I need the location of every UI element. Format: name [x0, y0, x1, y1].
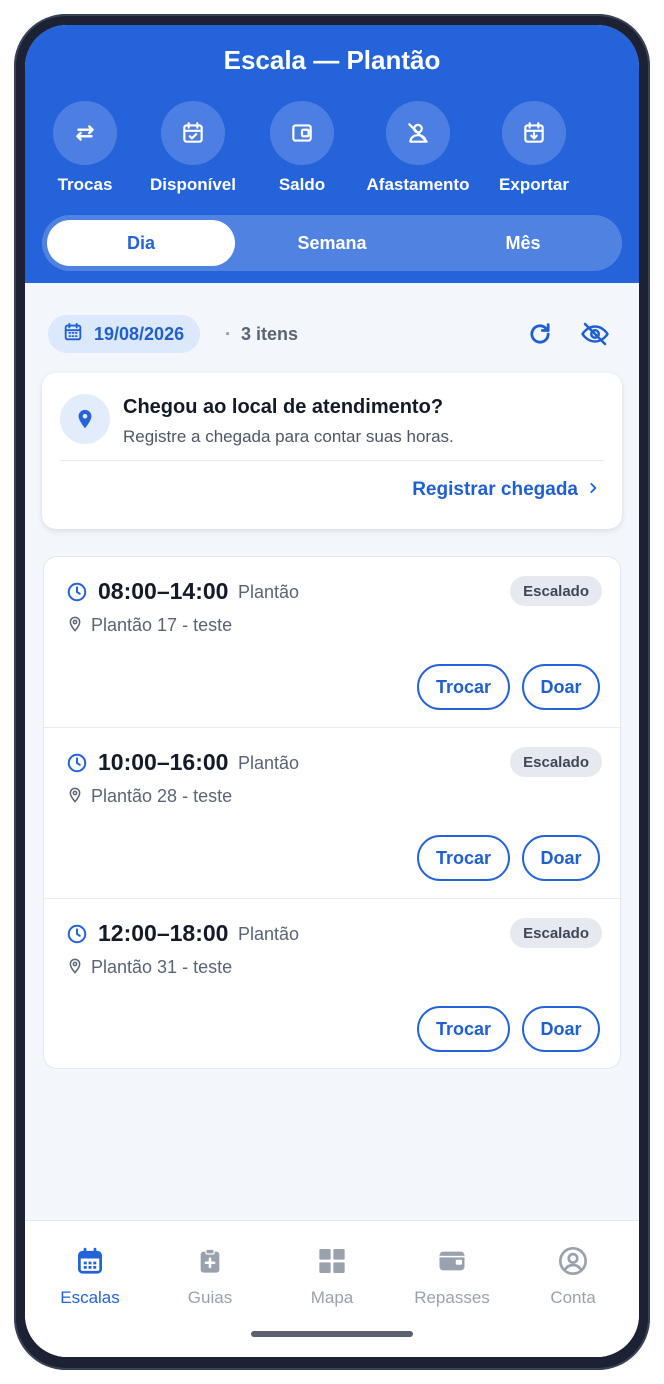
grid-map-icon [271, 1243, 393, 1279]
shift-time: 08:00–14:00 [98, 578, 229, 604]
calendar-download-icon [502, 101, 566, 165]
tab-semana[interactable]: Semana [238, 220, 426, 266]
register-arrival-label: Registrar chegada [412, 479, 578, 500]
nav-repasses[interactable]: Repasses [391, 1243, 513, 1308]
swap-button[interactable]: Trocar [417, 835, 510, 881]
swap-button[interactable]: Trocar [417, 664, 510, 710]
calendar-grid-icon [29, 1243, 151, 1279]
home-indicator [251, 1331, 413, 1337]
nav-mapa[interactable]: Mapa [271, 1243, 393, 1308]
donate-button[interactable]: Doar [522, 1006, 600, 1052]
wallet-icon [391, 1243, 513, 1279]
location-pin-icon [67, 615, 83, 638]
item-count-label: 3 itens [241, 324, 299, 344]
nav-label: Mapa [310, 1288, 354, 1307]
action-label: Afastamento [366, 175, 470, 194]
shift-type: Plantão [238, 924, 300, 944]
clipboard-plus-icon [149, 1243, 271, 1279]
arrival-card: Chegou ao local de atendimento? Registre… [42, 373, 622, 529]
eye-off-icon[interactable] [578, 317, 612, 351]
action-label: Trocas [57, 175, 113, 194]
nav-label: Conta [550, 1288, 596, 1307]
shift-type: Plantão [238, 753, 300, 773]
user-off-icon [386, 101, 450, 165]
donate-button[interactable]: Doar [522, 664, 600, 710]
shift-item: 08:00–14:00 Plantão Escalado Plantão 17 … [44, 557, 622, 727]
location-pin-icon [67, 957, 83, 980]
shift-type: Plantão [238, 582, 300, 602]
action-label: Saldo [278, 175, 326, 194]
clock-icon [66, 752, 88, 779]
shift-time: 12:00–18:00 [98, 920, 229, 946]
action-trocas[interactable]: Trocas [25, 101, 145, 201]
location-pin-icon [67, 786, 83, 809]
swap-button[interactable]: Trocar [417, 1006, 510, 1052]
status-badge: Escalado [510, 918, 602, 948]
arrival-title: Chegou ao local de atendimento? [123, 396, 444, 418]
separator-dot: · [225, 324, 231, 344]
nav-label: Escalas [60, 1288, 120, 1307]
nav-escalas[interactable]: Escalas [29, 1243, 151, 1308]
nav-guias[interactable]: Guias [149, 1243, 271, 1308]
status-badge: Escalado [510, 576, 602, 606]
action-disponivel[interactable]: Disponível [133, 101, 253, 201]
action-saldo[interactable]: Saldo [242, 101, 362, 201]
action-label: Exportar [499, 175, 569, 194]
tab-dia[interactable]: Dia [47, 220, 235, 266]
quick-actions: Trocas Disponível Saldo Afastamento Expo… [25, 101, 639, 201]
shift-list: 08:00–14:00 Plantão Escalado Plantão 17 … [43, 556, 622, 1069]
action-label: Disponível [150, 175, 236, 194]
arrival-subtitle: Registre a chegada para contar suas hora… [123, 427, 454, 446]
selected-date: 19/08/2026 [94, 323, 185, 344]
clock-icon [66, 923, 88, 950]
divider [60, 460, 604, 461]
shift-location: Plantão 31 - teste [91, 957, 233, 977]
chevron-right-icon [586, 479, 600, 501]
location-pin-icon [60, 394, 110, 444]
calendar-icon [62, 321, 84, 348]
shift-time: 10:00–16:00 [98, 749, 229, 775]
shift-location: Plantão 28 - teste [91, 786, 233, 806]
date-picker-chip[interactable]: 19/08/2026 [48, 315, 201, 353]
clock-icon [66, 581, 88, 608]
app-screen: Escala — Plantão Trocas Disponível Saldo… [25, 25, 639, 1357]
calendar-check-icon [161, 101, 225, 165]
shift-item: 10:00–16:00 Plantão Escalado Plantão 28 … [44, 727, 622, 897]
nav-conta[interactable]: Conta [512, 1243, 634, 1308]
shift-item: 12:00–18:00 Plantão Escalado Plantão 31 … [44, 898, 622, 1068]
shift-location: Plantão 17 - teste [91, 615, 233, 635]
item-count: · 3 itens [225, 324, 298, 345]
donate-button[interactable]: Doar [522, 835, 600, 881]
user-circle-icon [512, 1243, 634, 1279]
wallet-icon [270, 101, 334, 165]
swap-arrows-icon [53, 101, 117, 165]
period-segmented-control: Dia Semana Mês [42, 215, 622, 271]
action-exportar[interactable]: Exportar [474, 101, 594, 201]
nav-label: Guias [187, 1288, 233, 1307]
tab-mes[interactable]: Mês [429, 220, 617, 266]
register-arrival-link[interactable]: Registrar chegada [412, 479, 600, 501]
action-afastamento[interactable]: Afastamento [358, 101, 478, 201]
refresh-icon[interactable] [523, 317, 557, 351]
nav-label: Repasses [414, 1288, 490, 1307]
status-badge: Escalado [510, 747, 602, 777]
page-title: Escala — Plantão [223, 45, 441, 75]
app-header: Escala — Plantão Trocas Disponível Saldo… [25, 25, 639, 283]
